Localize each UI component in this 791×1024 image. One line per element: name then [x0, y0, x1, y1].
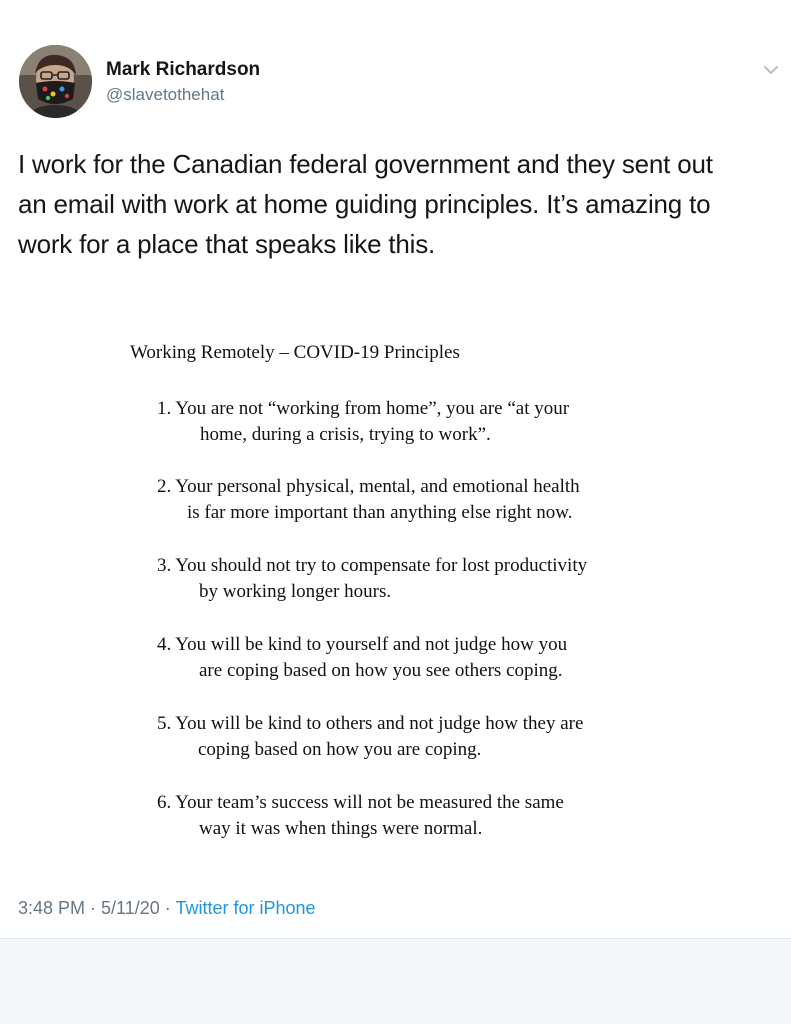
tweet-text-line: an email with work at home guiding princ… [18, 189, 711, 219]
principle-item: 6. Your team’s success will not be measu… [157, 790, 564, 842]
principle-line: 2. Your personal physical, mental, and e… [157, 476, 580, 497]
principle-line: by working longer hours. [199, 581, 392, 602]
meta-separator: · [159, 898, 176, 918]
principle-item: 3. You should not try to compensate for … [157, 553, 587, 605]
principle-line: home, during a crisis, trying to work”. [200, 424, 491, 445]
principle-line: coping based on how you are coping. [198, 739, 482, 760]
author-display-name[interactable]: Mark Richardson [106, 59, 260, 81]
principle-line: 1. You are not “working from home”, you … [157, 398, 570, 419]
principle-line: are coping based on how you see others c… [199, 660, 563, 681]
principle-line: way it was when things were normal. [199, 818, 483, 839]
principle-item: 1. You are not “working from home”, you … [157, 396, 569, 448]
principle-line: is far more important than anything else… [187, 502, 573, 523]
principle-item: 4. You will be kind to yourself and not … [157, 632, 567, 684]
tweet-date[interactable]: 5/11/20 [101, 898, 160, 918]
tweet-text-line: I work for the Canadian federal governme… [18, 149, 713, 179]
avatar-image [19, 45, 92, 118]
author-handle[interactable]: @slavetothehat [106, 85, 224, 105]
below-tweet-area [0, 939, 791, 1024]
tweet-time[interactable]: 3:48 PM [18, 898, 85, 918]
principle-line: 4. You will be kind to yourself and not … [157, 634, 568, 655]
avatar[interactable] [19, 45, 92, 118]
tweet-text: I work for the Canadian federal governme… [18, 144, 778, 264]
meta-separator: · [85, 898, 102, 918]
principle-line: 6. Your team’s success will not be measu… [157, 792, 564, 813]
tweet-metadata: 3:48 PM · 5/11/20 · Twitter for iPhone [18, 898, 316, 919]
tweet-text-line: work for a place that speaks like this. [18, 229, 436, 259]
chevron-down-icon[interactable] [761, 60, 781, 80]
principle-line: 3. You should not try to compensate for … [157, 555, 588, 576]
principle-line: 5. You will be kind to others and not ju… [157, 713, 584, 734]
document-title: Working Remotely – COVID-19 Principles [130, 342, 460, 363]
principle-item: 5. You will be kind to others and not ju… [157, 711, 583, 763]
principle-item: 2. Your personal physical, mental, and e… [157, 474, 580, 526]
tweet-source-link[interactable]: Twitter for iPhone [175, 898, 315, 918]
tweet-card: Mark Richardson @slavetothehat I work fo… [0, 0, 791, 940]
